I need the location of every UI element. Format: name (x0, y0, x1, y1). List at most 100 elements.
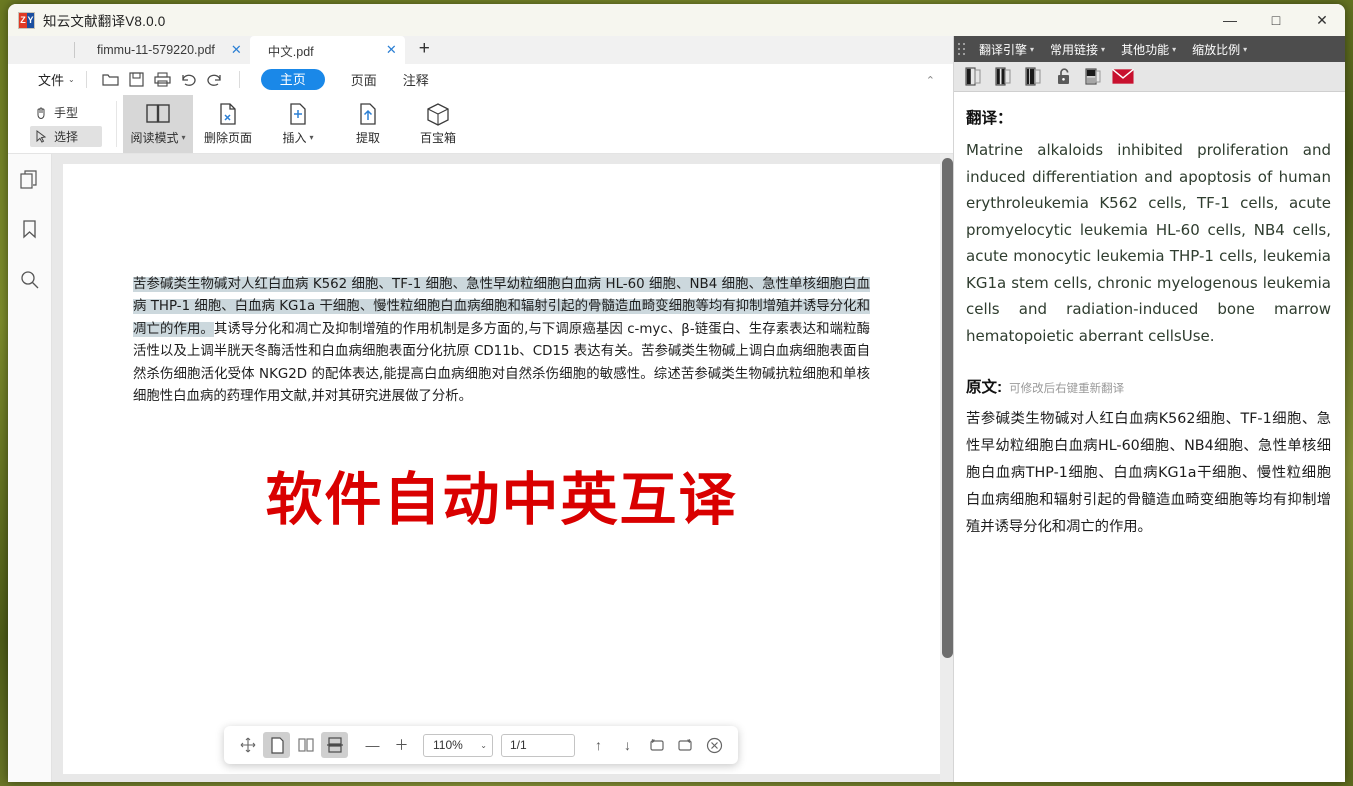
chevron-down-icon: ▾ (1030, 45, 1034, 54)
app-logo-icon: Z Y (18, 12, 35, 29)
new-tab-button[interactable]: + (405, 36, 440, 64)
chevron-down-icon: ⌄ (480, 741, 487, 750)
zoom-out-icon[interactable]: — (359, 732, 386, 758)
drag-grip-icon[interactable] (958, 41, 967, 57)
maximize-button[interactable]: □ (1253, 4, 1299, 36)
chevron-down-icon: ▾ (310, 133, 314, 142)
hand-tool-button[interactable]: 手型 (30, 102, 102, 123)
toolbox-icon (425, 102, 451, 126)
continuous-scroll-icon[interactable] (321, 732, 348, 758)
tab-chinese-pdf[interactable]: 中文.pdf ✕ (250, 36, 405, 64)
open-folder-icon[interactable] (98, 68, 124, 90)
left-sidebar (8, 154, 52, 782)
tab-label: fimmu-11-579220.pdf (97, 43, 215, 57)
tab-home[interactable]: 主页 (261, 69, 325, 90)
source-text[interactable]: 苦参碱类生物碱对人红白血病K562细胞、TF-1细胞、急性早幼粒细胞白血病HL-… (966, 406, 1331, 541)
save-icon[interactable] (124, 68, 150, 90)
tab-divider (74, 42, 75, 58)
print-icon[interactable] (150, 68, 176, 90)
page-insert-icon (286, 102, 310, 126)
toolbox-button[interactable]: 百宝箱 (403, 95, 473, 153)
menu-zoom-ratio[interactable]: 缩放比例 ▾ (1184, 41, 1255, 58)
document-paragraph: 苦参碱类生物碱对人红白血病 K562 细胞、TF-1 细胞、急性早幼粒细胞白血病… (133, 274, 870, 408)
undo-icon[interactable] (176, 68, 202, 90)
close-button[interactable]: ✕ (1299, 4, 1345, 36)
tab-page[interactable]: 页面 (351, 70, 377, 89)
unlock-icon[interactable] (1052, 66, 1074, 88)
layout-left-split-icon[interactable] (962, 66, 984, 88)
zoom-in-icon[interactable]: ＋ (388, 732, 415, 758)
extract-page-label: 提取 (356, 129, 380, 146)
source-heading: 原文: 可修改后右键重新翻译 (966, 375, 1331, 397)
translation-panel: 翻译引擎 ▾ 常用链接 ▾ 其他功能 ▾ 缩放比例 ▾ (953, 36, 1345, 782)
hand-tool-label: 手型 (54, 104, 78, 121)
translate-heading: 翻译： (966, 106, 1331, 128)
scrollbar-thumb[interactable] (942, 158, 953, 658)
rotate-left-icon[interactable] (643, 732, 670, 758)
tab-close-icon[interactable]: ✕ (386, 42, 397, 58)
tab-annotation[interactable]: 注释 (403, 70, 429, 89)
insert-page-button[interactable]: 插入▾ (263, 95, 333, 153)
document-viewport[interactable]: 苦参碱类生物碱对人红白血病 K562 细胞、TF-1 细胞、急性早幼粒细胞白血病… (52, 154, 953, 782)
tab-label: 中文.pdf (268, 41, 314, 60)
toolbox-label: 百宝箱 (420, 129, 456, 146)
application-window: Z Y 知云文献翻译V8.0.0 — □ ✕ fimmu-11-579220.p… (8, 4, 1345, 782)
two-page-icon[interactable] (292, 732, 319, 758)
page-navigation-toolbar: — ＋ 110% ⌄ 1/1 ↑ ↓ (224, 726, 738, 764)
redo-icon[interactable] (202, 68, 228, 90)
collapse-ribbon-icon[interactable]: ⌃ (926, 74, 935, 87)
ribbon-divider (86, 71, 87, 88)
reading-mode-button[interactable]: 阅读模式▾ (123, 95, 193, 153)
single-page-icon[interactable] (263, 732, 290, 758)
translation-iconbar (954, 62, 1345, 92)
tab-strip: fimmu-11-579220.pdf ✕ 中文.pdf ✕ + (8, 36, 953, 64)
ribbon-divider (116, 101, 117, 147)
tab-fimmu-pdf[interactable]: fimmu-11-579220.pdf ✕ (79, 36, 250, 64)
pointer-mode-group: 手型 选择 (30, 102, 102, 147)
window-controls: — □ ✕ (1207, 4, 1345, 36)
pdf-page: 苦参碱类生物碱对人红白血病 K562 细胞、TF-1 细胞、急性早幼粒细胞白血病… (63, 164, 940, 774)
source-hint: 可修改后右键重新翻译 (1009, 380, 1124, 396)
chevron-down-icon: ▾ (1101, 45, 1105, 54)
bookmark-icon[interactable] (17, 216, 43, 242)
zoom-level-select[interactable]: 110% ⌄ (423, 734, 493, 757)
chevron-down-icon: ▾ (1243, 45, 1247, 54)
file-menu-label: 文件 (38, 70, 64, 89)
reading-mode-label: 阅读模式 (130, 129, 178, 146)
file-menu-button[interactable]: 文件 ⌄ (38, 70, 75, 89)
search-icon[interactable] (17, 266, 43, 292)
tab-close-icon[interactable]: ✕ (231, 42, 242, 58)
select-tool-button[interactable]: 选择 (30, 126, 102, 147)
menu-label: 常用链接 (1050, 41, 1098, 58)
minimize-button[interactable]: — (1207, 4, 1253, 36)
delete-page-label: 删除页面 (204, 129, 252, 146)
chevron-down-icon: ⌄ (68, 75, 75, 84)
layout-center-split-icon[interactable] (992, 66, 1014, 88)
translate-heading-label: 翻译： (966, 106, 1013, 128)
layout-horizontal-split-icon[interactable] (1082, 66, 1104, 88)
menu-common-links[interactable]: 常用链接 ▾ (1042, 41, 1113, 58)
delete-page-button[interactable]: 删除页面 (193, 95, 263, 153)
ribbon-divider (239, 71, 240, 88)
previous-page-icon[interactable]: ↑ (585, 732, 612, 758)
book-icon (144, 102, 172, 126)
hand-icon (34, 105, 48, 119)
select-tool-label: 选择 (54, 128, 78, 145)
page-extract-icon (356, 102, 380, 126)
layout-right-split-icon[interactable] (1022, 66, 1044, 88)
extract-page-button[interactable]: 提取 (333, 95, 403, 153)
page-number-input[interactable]: 1/1 (501, 734, 575, 757)
page-delete-icon (216, 102, 240, 126)
translated-text[interactable]: Matrine alkaloids inhibited proliferatio… (966, 137, 1331, 349)
move-handle-icon[interactable] (234, 732, 261, 758)
thumbnails-icon[interactable] (17, 166, 43, 192)
rotate-right-icon[interactable] (672, 732, 699, 758)
menu-translate-engine[interactable]: 翻译引擎 ▾ (971, 41, 1042, 58)
next-page-icon[interactable]: ↓ (614, 732, 641, 758)
mail-icon[interactable] (1112, 66, 1134, 88)
ribbon-toolbar: 文件 ⌄ 主页 页面 注释 ⌃ (8, 64, 953, 154)
logo-letter-z: Z (19, 13, 27, 28)
menu-other-functions[interactable]: 其他功能 ▾ (1113, 41, 1184, 58)
close-toolbar-icon[interactable] (701, 732, 728, 758)
document-scrollbar[interactable] (940, 154, 953, 782)
